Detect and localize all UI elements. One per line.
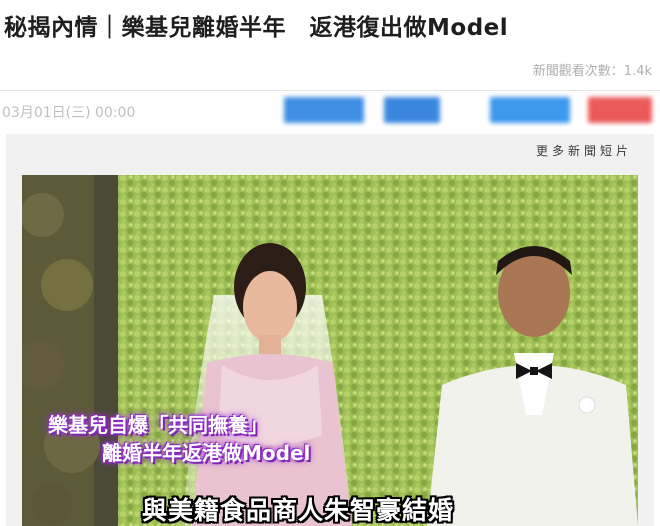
- article-title: 秘揭內情｜樂基兒離婚半年 返港復出做Model: [4, 15, 509, 41]
- video-player[interactable]: 樂基兒自爆「共同撫養」 離婚半年返港做Model 與美籍食品商人朱智豪結婚: [22, 175, 638, 526]
- share-button-3[interactable]: [490, 97, 570, 123]
- caption-line-1: 樂基兒自爆「共同撫養」: [48, 413, 268, 437]
- share-button-1[interactable]: [284, 97, 364, 123]
- video-section: 更多新聞短片 樂基兒自爆「共同撫養」 離婚半年返港做Model 與美籍食品商人朱…: [6, 134, 654, 526]
- meta-bar: 03月01日(三) 00:00: [0, 90, 660, 131]
- publish-date: 03月01日(三) 00:00: [2, 105, 136, 121]
- news-page: 秘揭內情｜樂基兒離婚半年 返港復出做Model 新聞觀看次數：1.4k 03月0…: [0, 0, 660, 526]
- share-button-2[interactable]: [384, 97, 440, 123]
- caption-line-2: 離婚半年返港做Model: [102, 441, 311, 465]
- video-frame-image: [22, 175, 638, 526]
- share-button-4[interactable]: [588, 97, 652, 123]
- view-count: 新聞觀看次數：1.4k: [532, 64, 652, 79]
- video-subtitle: 與美籍食品商人朱智豪結婚: [142, 496, 455, 525]
- more-news-videos-link[interactable]: 更多新聞短片: [536, 142, 632, 159]
